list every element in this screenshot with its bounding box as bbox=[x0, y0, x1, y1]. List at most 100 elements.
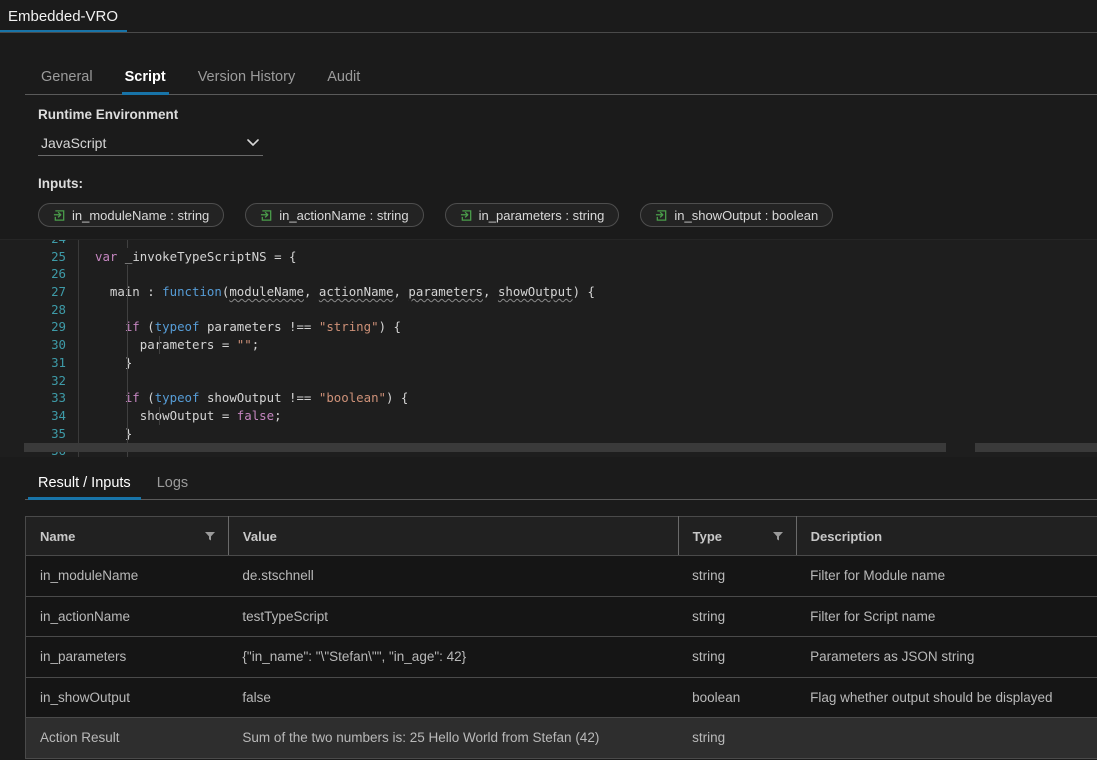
table-row[interactable]: in_showOutput false boolean Flag whether… bbox=[25, 677, 1097, 718]
column-header-name[interactable]: Name bbox=[25, 516, 229, 556]
line-number: 24 bbox=[0, 240, 78, 248]
code-line: 34 showOutput = false; bbox=[0, 406, 1097, 425]
tab-logs[interactable]: Logs bbox=[144, 474, 201, 501]
tab-logs-label: Logs bbox=[156, 474, 189, 491]
line-content bbox=[78, 371, 1097, 390]
line-content: } bbox=[78, 424, 1097, 443]
cell-type: string bbox=[678, 596, 797, 637]
code-line: 26 bbox=[0, 265, 1097, 284]
column-header-value[interactable]: Value bbox=[227, 516, 679, 556]
cell-name: in_parameters bbox=[25, 636, 229, 678]
code-line: 31 } bbox=[0, 353, 1097, 372]
code-line: 30 parameters = ""; bbox=[0, 336, 1097, 354]
table-row[interactable]: in_actionName testTypeScript string Filt… bbox=[25, 596, 1097, 637]
line-content bbox=[78, 240, 1097, 248]
cell-type: string bbox=[678, 717, 797, 759]
result-table: Name Value Type Description in_moduleNam… bbox=[25, 516, 1097, 759]
input-chip-module-name[interactable]: in_moduleName : string bbox=[38, 203, 225, 227]
cell-name: in_actionName bbox=[25, 596, 229, 637]
runtime-environment-label: Runtime Environment bbox=[38, 107, 179, 122]
code-line: 28 bbox=[0, 300, 1097, 319]
tab-audit-label: Audit bbox=[327, 68, 361, 85]
table-header-row: Name Value Type Description bbox=[25, 516, 1097, 556]
code-editor[interactable]: 24 25 var _invokeTypeScriptNS = { 26 27 … bbox=[0, 239, 1097, 457]
column-header-value-label: Value bbox=[242, 528, 277, 544]
input-chip-parameters[interactable]: in_parameters : string bbox=[444, 203, 620, 227]
table-row[interactable]: in_parameters {"in_name": "\"Stefan\"", … bbox=[25, 636, 1097, 678]
line-number: 25 bbox=[51, 248, 66, 264]
code-line: 32 bbox=[0, 371, 1097, 390]
line-content: if (typeof parameters !== "string") { bbox=[78, 318, 1097, 337]
cell-description: Parameters as JSON string bbox=[796, 636, 1097, 678]
line-number: 29 bbox=[51, 319, 66, 335]
cell-name: in_showOutput bbox=[25, 677, 229, 718]
code-editor-content[interactable]: 24 25 var _invokeTypeScriptNS = { 26 27 … bbox=[0, 240, 1097, 457]
result-table-body: in_moduleName de.stschnell string Filter… bbox=[25, 555, 1097, 759]
cell-type: string bbox=[678, 636, 797, 678]
input-chip-label: in_actionName : string bbox=[279, 207, 409, 223]
input-chip-action-name[interactable]: in_actionName : string bbox=[245, 203, 424, 227]
line-number: 34 bbox=[51, 407, 66, 423]
code-line: 29 if (typeof parameters !== "string") { bbox=[0, 318, 1097, 337]
cell-value: de.stschnell bbox=[228, 555, 679, 597]
tab-script[interactable]: Script bbox=[109, 69, 182, 96]
tab-result-inputs[interactable]: Result / Inputs bbox=[25, 474, 144, 501]
input-arrow-icon bbox=[261, 209, 272, 221]
tab-result-inputs-label: Result / Inputs bbox=[38, 474, 131, 491]
cell-value: testTypeScript bbox=[228, 596, 679, 637]
input-chip-label: in_showOutput : boolean bbox=[674, 207, 819, 223]
input-arrow-icon bbox=[656, 209, 667, 221]
table-row[interactable]: Action Result Sum of the two numbers is:… bbox=[25, 717, 1097, 759]
column-header-description[interactable]: Description bbox=[795, 516, 1097, 556]
tab-version-history[interactable]: Version History bbox=[182, 69, 312, 96]
line-content bbox=[78, 265, 1097, 284]
result-table-head: Name Value Type Description bbox=[25, 516, 1097, 556]
table-row[interactable]: in_moduleName de.stschnell string Filter… bbox=[25, 555, 1097, 597]
line-number: 26 bbox=[51, 266, 66, 282]
result-tabstrip: Result / Inputs Logs bbox=[0, 457, 1097, 500]
line-content: } bbox=[78, 353, 1097, 372]
window-title: Embedded-VRO bbox=[8, 8, 119, 25]
cell-value: false bbox=[228, 677, 679, 718]
line-content: if (typeof showOutput !== "boolean") { bbox=[78, 389, 1097, 407]
window-titlebar: Embedded-VRO bbox=[0, 0, 1097, 33]
filter-icon[interactable] bbox=[772, 530, 784, 542]
column-header-name-label: Name bbox=[40, 528, 76, 544]
code-line: 24 bbox=[0, 240, 1097, 248]
cell-value: Sum of the two numbers is: 25 Hello Worl… bbox=[228, 717, 679, 759]
inputs-label: Inputs: bbox=[38, 176, 83, 191]
cell-description: Filter for Module name bbox=[796, 555, 1097, 597]
cell-type: string bbox=[678, 555, 797, 597]
chevron-down-icon bbox=[247, 139, 259, 146]
column-header-type[interactable]: Type bbox=[677, 516, 797, 556]
tab-general[interactable]: General bbox=[25, 69, 109, 96]
line-content: main : function(moduleName, actionName, … bbox=[78, 283, 1097, 301]
line-number: 35 bbox=[51, 425, 66, 441]
line-number: 28 bbox=[51, 301, 66, 317]
window-title-tab[interactable]: Embedded-VRO bbox=[0, 0, 136, 33]
line-number: 33 bbox=[51, 390, 66, 406]
code-line: 25 var _invokeTypeScriptNS = { bbox=[0, 247, 1097, 266]
cell-name: Action Result bbox=[25, 717, 229, 759]
cell-name: in_moduleName bbox=[25, 555, 229, 597]
column-header-description-label: Description bbox=[810, 528, 883, 544]
line-content: var _invokeTypeScriptNS = { bbox=[78, 247, 1097, 266]
filter-icon[interactable] bbox=[204, 530, 216, 542]
line-number: 30 bbox=[51, 337, 66, 353]
input-arrow-icon bbox=[53, 209, 65, 221]
editor-horizontal-scrollbar[interactable] bbox=[24, 443, 946, 452]
input-chip-show-output[interactable]: in_showOutput : boolean bbox=[640, 203, 834, 227]
editor-horizontal-scrollbar-secondary[interactable] bbox=[975, 443, 1097, 452]
inputs-chip-row: in_moduleName : string in_actionName : s… bbox=[38, 203, 1097, 227]
main-tabstrip: General Script Version History Audit bbox=[0, 33, 1097, 95]
line-content: showOutput = false; bbox=[78, 406, 1097, 425]
line-number: 32 bbox=[51, 372, 66, 388]
runtime-environment-select[interactable]: JavaScript bbox=[38, 131, 263, 156]
cell-type: boolean bbox=[678, 677, 797, 718]
cell-description: Flag whether output should be displayed bbox=[796, 677, 1097, 718]
input-chip-label: in_moduleName : string bbox=[72, 207, 210, 223]
code-line: 35 } bbox=[0, 424, 1097, 443]
input-chip-label: in_parameters : string bbox=[478, 207, 605, 223]
code-line: 33 if (typeof showOutput !== "boolean") … bbox=[0, 389, 1097, 407]
tab-audit[interactable]: Audit bbox=[311, 68, 376, 96]
